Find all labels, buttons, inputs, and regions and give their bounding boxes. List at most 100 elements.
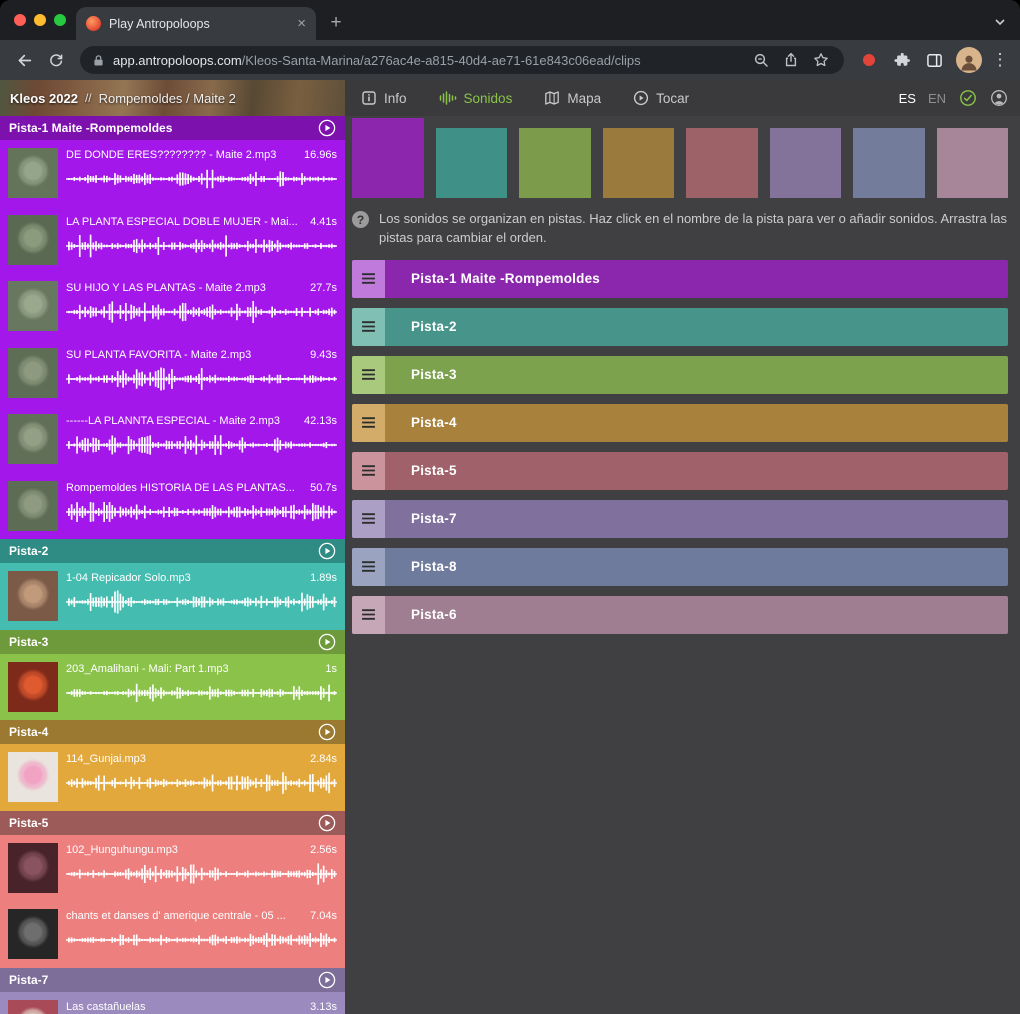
drag-handle-icon[interactable] (352, 596, 385, 634)
clip-item[interactable]: Las castañuelas3.13s (0, 992, 345, 1014)
zoom-icon[interactable] (750, 49, 772, 71)
track-play-button[interactable] (318, 633, 336, 651)
track-play-button[interactable] (318, 542, 336, 560)
drag-handle-icon[interactable] (352, 356, 385, 394)
clip-item[interactable]: chants et danses d' amerique centrale - … (0, 901, 345, 968)
tab-strip: Play Antropoloops × + (0, 0, 1020, 40)
breadcrumb-project[interactable]: Kleos 2022 (10, 91, 78, 106)
track-row[interactable]: Pista-3 (352, 356, 1008, 394)
clip-title: Las castañuelas (66, 1000, 146, 1014)
lang-en[interactable]: EN (928, 91, 946, 106)
track-row[interactable]: Pista-6 (352, 596, 1008, 634)
clip-item[interactable]: 114_Gunjai.mp32.84s (0, 744, 345, 811)
tab-search-chevron-icon[interactable] (994, 15, 1006, 33)
nav-tocar[interactable]: Tocar (617, 80, 705, 116)
track-section: Pista-2 1-04 Repicador Solo.mp31.89s (0, 539, 345, 630)
track-row[interactable]: Pista-7 (352, 500, 1008, 538)
track-swatch-pista-8[interactable] (853, 128, 925, 198)
drag-handle-icon[interactable] (352, 548, 385, 586)
address-bar[interactable]: app.antropoloops.com/Kleos-Santa-Marina/… (80, 46, 844, 74)
clip-title: SU HIJO Y LAS PLANTAS - Maite 2.mp3 (66, 281, 266, 296)
clip-waveform[interactable] (66, 499, 337, 525)
drag-handle-icon[interactable] (352, 308, 385, 346)
track-swatch-pista-1[interactable] (352, 118, 424, 198)
clip-thumbnail (8, 843, 58, 893)
clip-waveform[interactable] (66, 861, 337, 887)
clip-waveform[interactable] (66, 770, 337, 796)
track-row[interactable]: Pista-8 (352, 548, 1008, 586)
track-header[interactable]: Pista-3 (0, 630, 345, 654)
clip-item[interactable]: ------LA PLANNTA ESPECIAL - Maite 2.mp34… (0, 406, 345, 473)
minimize-window-button[interactable] (34, 14, 46, 26)
clip-body: 114_Gunjai.mp32.84s (66, 752, 337, 803)
track-swatch-pista-6[interactable] (937, 128, 1009, 198)
clip-info: 1-04 Repicador Solo.mp31.89s (66, 571, 337, 586)
track-play-button[interactable] (318, 723, 336, 741)
clip-body: 203_Amalihani - Mali: Part 1.mp31s (66, 662, 337, 713)
nav-mapa[interactable]: Mapa (528, 80, 617, 116)
clip-waveform[interactable] (66, 299, 337, 325)
track-play-button[interactable] (318, 814, 336, 832)
breadcrumb-path[interactable]: Rompemoldes / Maite 2 (99, 91, 236, 106)
track-header[interactable]: Pista-7 (0, 968, 345, 992)
extensions-puzzle-icon[interactable] (888, 46, 916, 74)
clip-waveform[interactable] (66, 589, 337, 615)
track-row[interactable]: Pista-1 Maite -Rompemoldes (352, 260, 1008, 298)
clip-waveform[interactable] (66, 233, 337, 259)
share-icon[interactable] (780, 49, 802, 71)
clip-waveform[interactable] (66, 366, 337, 392)
track-header[interactable]: Pista-5 (0, 811, 345, 835)
clip-info: 102_Hunguhungu.mp32.56s (66, 843, 337, 858)
back-button[interactable] (10, 46, 38, 74)
clip-item[interactable]: Rompemoldes HISTORIA DE LAS PLANTAS...50… (0, 473, 345, 540)
drag-handle-icon[interactable] (352, 404, 385, 442)
track-row[interactable]: Pista-2 (352, 308, 1008, 346)
fullscreen-window-button[interactable] (54, 14, 66, 26)
nav-sonidos[interactable]: Sonidos (423, 80, 529, 116)
lang-es[interactable]: ES (899, 91, 916, 106)
close-window-button[interactable] (14, 14, 26, 26)
clip-item[interactable]: DE DONDE ERES???????? - Maite 2.mp316.96… (0, 140, 345, 207)
nav-info[interactable]: Info (345, 80, 423, 116)
track-play-button[interactable] (318, 119, 336, 137)
clip-item[interactable]: SU PLANTA FAVORITA - Maite 2.mp39.43s (0, 340, 345, 407)
drag-handle-icon[interactable] (352, 500, 385, 538)
track-swatch-pista-7[interactable] (770, 128, 842, 198)
clip-waveform[interactable] (66, 166, 337, 192)
browser-menu-icon[interactable]: ⋮ (990, 50, 1010, 70)
track-header[interactable]: Pista-4 (0, 720, 345, 744)
clip-item[interactable]: 1-04 Repicador Solo.mp31.89s (0, 563, 345, 630)
track-rows: Pista-1 Maite -Rompemoldes Pista-2 Pista-3… (352, 260, 1008, 634)
new-tab-button[interactable]: + (322, 9, 350, 37)
track-swatch-pista-5[interactable] (686, 128, 758, 198)
track-row[interactable]: Pista-4 (352, 404, 1008, 442)
tab-close-icon[interactable]: × (297, 16, 306, 31)
clip-item[interactable]: 203_Amalihani - Mali: Part 1.mp31s (0, 654, 345, 721)
drag-handle-icon[interactable] (352, 452, 385, 490)
map-icon (544, 90, 560, 106)
track-swatch-pista-3[interactable] (519, 128, 591, 198)
browser-tab[interactable]: Play Antropoloops × (76, 7, 316, 40)
recording-extension-icon[interactable] (863, 54, 875, 66)
clip-item[interactable]: 102_Hunguhungu.mp32.56s (0, 835, 345, 902)
clip-item[interactable]: LA PLANTA ESPECIAL DOBLE MUJER - Mai...4… (0, 207, 345, 274)
track-header[interactable]: Pista-1 Maite -Rompemoldes (0, 116, 345, 140)
account-icon[interactable] (990, 89, 1008, 107)
track-swatch-pista-2[interactable] (436, 128, 508, 198)
url-path: /Kleos-Santa-Marina/a276ac4e-a815-40d4-a… (242, 53, 641, 68)
clip-waveform[interactable] (66, 927, 337, 953)
clip-item[interactable]: SU HIJO Y LAS PLANTAS - Maite 2.mp327.7s (0, 273, 345, 340)
clip-waveform[interactable] (66, 432, 337, 458)
track-play-button[interactable] (318, 971, 336, 989)
check-circle-icon[interactable] (959, 89, 977, 107)
bookmark-star-icon[interactable] (810, 49, 832, 71)
side-panel-icon[interactable] (920, 46, 948, 74)
track-swatch-pista-4[interactable] (603, 128, 675, 198)
profile-avatar[interactable] (956, 47, 982, 73)
breadcrumb[interactable]: Kleos 2022 // Rompemoldes / Maite 2 (0, 80, 345, 116)
reload-button[interactable] (42, 46, 70, 74)
track-header[interactable]: Pista-2 (0, 539, 345, 563)
track-row[interactable]: Pista-5 (352, 452, 1008, 490)
clip-waveform[interactable] (66, 680, 337, 706)
drag-handle-icon[interactable] (352, 260, 385, 298)
